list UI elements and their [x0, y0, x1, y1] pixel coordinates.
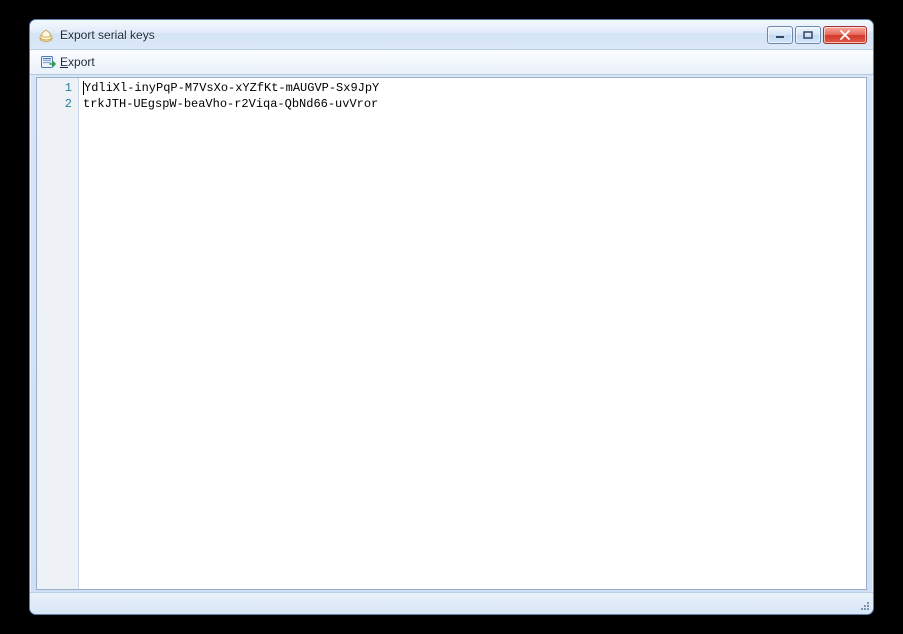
close-button[interactable]: [823, 26, 867, 44]
editor-container: 12 YdliXl-inyPqP-M7VsXo-xYZfKt-mAUGVP-Sx…: [36, 77, 867, 590]
export-button[interactable]: Export: [34, 52, 101, 72]
window-controls: [767, 26, 867, 44]
line-number-gutter: 12: [37, 78, 79, 589]
titlebar[interactable]: Export serial keys: [30, 20, 873, 50]
export-mnemonic: E: [60, 55, 68, 69]
resize-grip[interactable]: [855, 596, 871, 612]
text-editor[interactable]: YdliXl-inyPqP-M7VsXo-xYZfKt-mAUGVP-Sx9Jp…: [79, 78, 866, 589]
export-rest: xport: [68, 55, 95, 69]
statusbar: [30, 592, 873, 614]
editor-line[interactable]: trkJTH-UEgspW-beaVho-r2Viqa-QbNd66-uvVro…: [83, 96, 862, 112]
toolbar: Export: [30, 50, 873, 75]
export-icon: [40, 54, 56, 70]
line-number: 2: [37, 96, 72, 112]
app-icon: [38, 27, 54, 43]
window-title: Export serial keys: [60, 28, 767, 42]
line-number: 1: [37, 80, 72, 96]
editor-line[interactable]: YdliXl-inyPqP-M7VsXo-xYZfKt-mAUGVP-Sx9Jp…: [83, 80, 862, 96]
text-caret: [83, 81, 84, 95]
minimize-button[interactable]: [767, 26, 793, 44]
maximize-button[interactable]: [795, 26, 821, 44]
window-frame: Export serial keys: [29, 19, 874, 615]
export-button-label: Export: [60, 55, 95, 69]
